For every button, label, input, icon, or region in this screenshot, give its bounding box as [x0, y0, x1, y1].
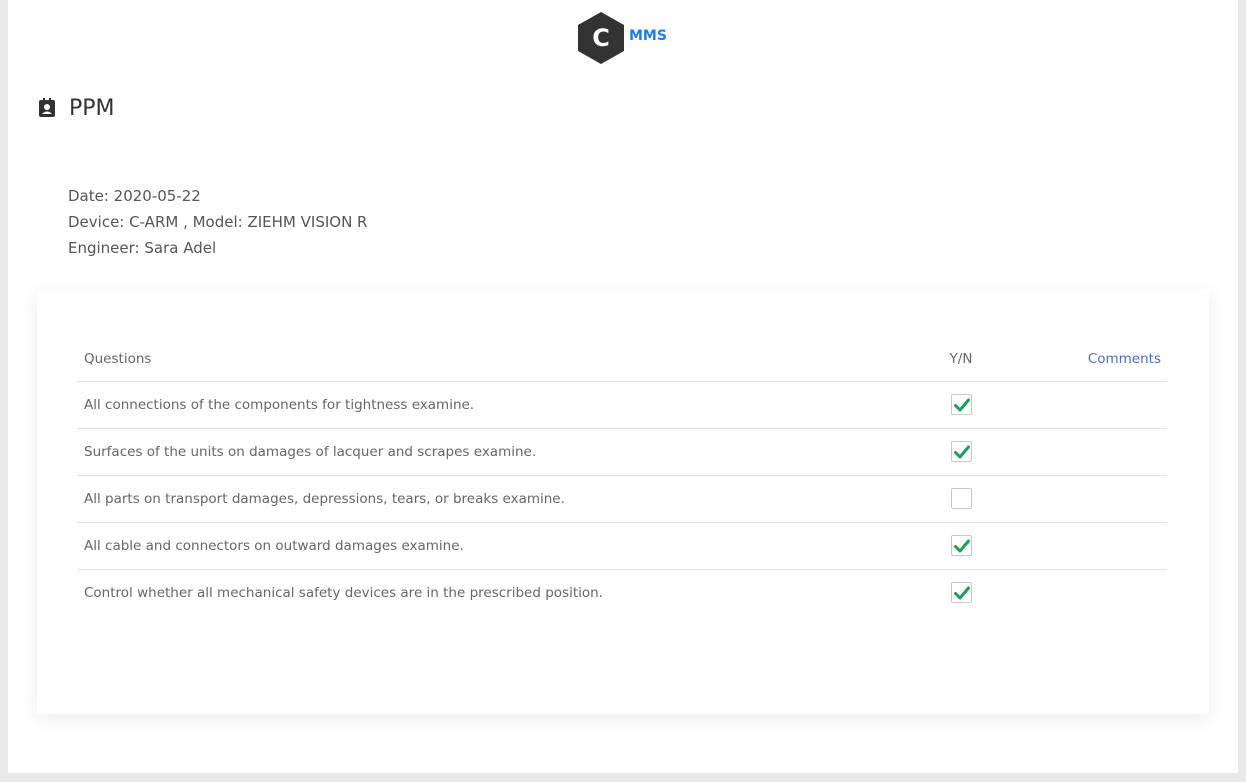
table-row: All parts on transport damages, depressi…: [77, 475, 1167, 523]
header-yn: Y/N: [931, 337, 991, 382]
question-cell: All parts on transport damages, depressi…: [77, 475, 931, 523]
yn-cell: [931, 381, 991, 429]
table-row: All cable and connectors on outward dama…: [77, 522, 1167, 570]
checkmark-icon: [953, 586, 970, 600]
checked-checkbox[interactable]: [950, 535, 972, 556]
unchecked-checkbox[interactable]: [950, 488, 972, 509]
question-cell: All connections of the components for ti…: [77, 381, 931, 429]
logo-text: MMS: [629, 28, 667, 44]
yn-cell: [931, 428, 991, 476]
app-logo[interactable]: C MMS: [578, 12, 688, 64]
yn-cell: [931, 522, 991, 570]
question-cell: Control whether all mechanical safety de…: [84, 584, 603, 601]
report-meta: Date: 2020-05-22 Device: C-ARM , Model: …: [68, 183, 367, 261]
question-cell: All cable and connectors on outward dama…: [77, 522, 931, 570]
question-cell: Surfaces of the units on damages of lacq…: [77, 428, 931, 476]
yn-cell: [931, 475, 991, 523]
page-title: PPM: [69, 95, 115, 121]
comment-cell: [991, 381, 1167, 429]
page-container: C MMS PPM Date: 2020-05-22 Device: C-ARM…: [8, 0, 1238, 773]
table-header-row: Questions Y/N Comments: [77, 337, 1167, 382]
checked-checkbox[interactable]: [950, 582, 972, 604]
comment-cell: [991, 475, 1167, 523]
table-row: Surfaces of the units on damages of lacq…: [77, 428, 1167, 476]
comment-cell: [991, 569, 1167, 616]
checklist-card: Questions Y/N Comments All connections o…: [37, 290, 1209, 714]
header-comments[interactable]: Comments: [991, 337, 1167, 382]
header-questions: Questions: [77, 337, 931, 382]
checked-checkbox[interactable]: [950, 441, 972, 462]
table-row: All connections of the components for ti…: [77, 381, 1167, 429]
comment-cell: [991, 522, 1167, 570]
contact-card-icon: [37, 98, 57, 118]
page-heading: PPM: [37, 95, 115, 121]
comment-cell: [991, 428, 1167, 476]
checked-checkbox[interactable]: [950, 394, 972, 415]
checklist-table: Questions Y/N Comments All connections o…: [77, 337, 1167, 616]
meta-engineer: Engineer: Sara Adel: [68, 239, 217, 257]
meta-device: Device: C-ARM , Model: ZIEHM VISION R: [68, 213, 368, 231]
meta-date: Date: 2020-05-22: [68, 187, 201, 205]
yn-cell: [931, 569, 991, 616]
checkmark-icon: [953, 398, 970, 412]
checkmark-icon: [953, 445, 970, 459]
table-row: Control whether all mechanical safety de…: [77, 569, 1167, 616]
checkmark-icon: [953, 539, 970, 553]
logo-letter: C: [592, 24, 610, 52]
